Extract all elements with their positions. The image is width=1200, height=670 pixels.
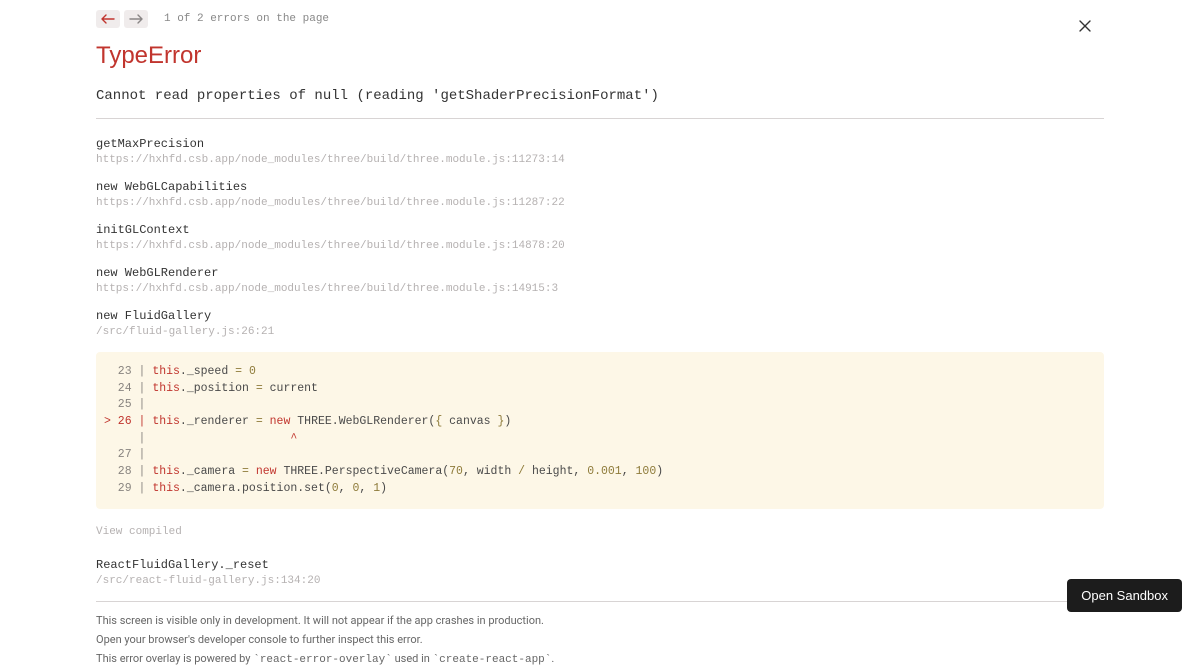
stack-frame-fn: ReactFluidGallery._reset <box>96 558 1104 572</box>
stack-frame-fn: new WebGLRenderer <box>96 266 1104 280</box>
divider <box>96 601 1104 602</box>
next-error-button[interactable] <box>124 10 148 28</box>
footer-line: Open your browser's developer console to… <box>96 631 1104 648</box>
arrow-right-icon <box>129 14 143 24</box>
close-button[interactable] <box>1078 18 1092 32</box>
open-sandbox-button[interactable]: Open Sandbox <box>1067 579 1182 612</box>
stack-frame-fn: new WebGLCapabilities <box>96 180 1104 194</box>
divider <box>96 118 1104 119</box>
footer-notes: This screen is visible only in developme… <box>96 612 1104 669</box>
stack-frame-loc: https://hxhfd.csb.app/node_modules/three… <box>96 240 1104 252</box>
view-compiled-link[interactable]: View compiled <box>96 526 182 538</box>
footer-line: This error overlay is powered by `react-… <box>96 650 1104 669</box>
stack-frame[interactable]: new FluidGallery/src/fluid-gallery.js:26… <box>96 309 1104 338</box>
stack-frame: ReactFluidGallery._reset /src/react-flui… <box>96 558 1104 587</box>
stack-frame-fn: new FluidGallery <box>96 309 1104 323</box>
stack-frame-loc: https://hxhfd.csb.app/node_modules/three… <box>96 154 1104 166</box>
stack-frame[interactable]: initGLContext https://hxhfd.csb.app/node_… <box>96 223 1104 252</box>
stack-frame-loc: /src/fluid-gallery.js:26:21 <box>96 326 1104 338</box>
stack-frame[interactable]: new WebGLRenderer https://hxhfd.csb.app/n… <box>96 266 1104 295</box>
footer-line: This screen is visible only in developme… <box>96 612 1104 629</box>
stack-frame-loc: https://hxhfd.csb.app/node_modules/three… <box>96 197 1104 209</box>
stack-frame-loc: /src/react-fluid-gallery.js:134:20 <box>96 575 1104 587</box>
code-snippet: 23 | this._speed = 0 24 | this._position… <box>96 352 1104 509</box>
stack-frame-loc: https://hxhfd.csb.app/node_modules/three… <box>96 283 1104 295</box>
stack-frame[interactable]: new WebGLCapabilities https://hxhfd.csb.a… <box>96 180 1104 209</box>
stack-frame[interactable]: getMaxPrecision https://hxhfd.csb.app/nod… <box>96 137 1104 166</box>
prev-error-button[interactable] <box>96 10 120 28</box>
error-type: TypeError <box>96 42 1104 70</box>
error-count-text: 1 of 2 errors on the page <box>164 13 329 25</box>
arrow-left-icon <box>101 14 115 24</box>
error-message: Cannot read properties of null (reading … <box>96 88 1104 104</box>
close-icon <box>1078 19 1092 33</box>
stack-frame-fn: getMaxPrecision <box>96 137 1104 151</box>
stack-frame-fn: initGLContext <box>96 223 1104 237</box>
